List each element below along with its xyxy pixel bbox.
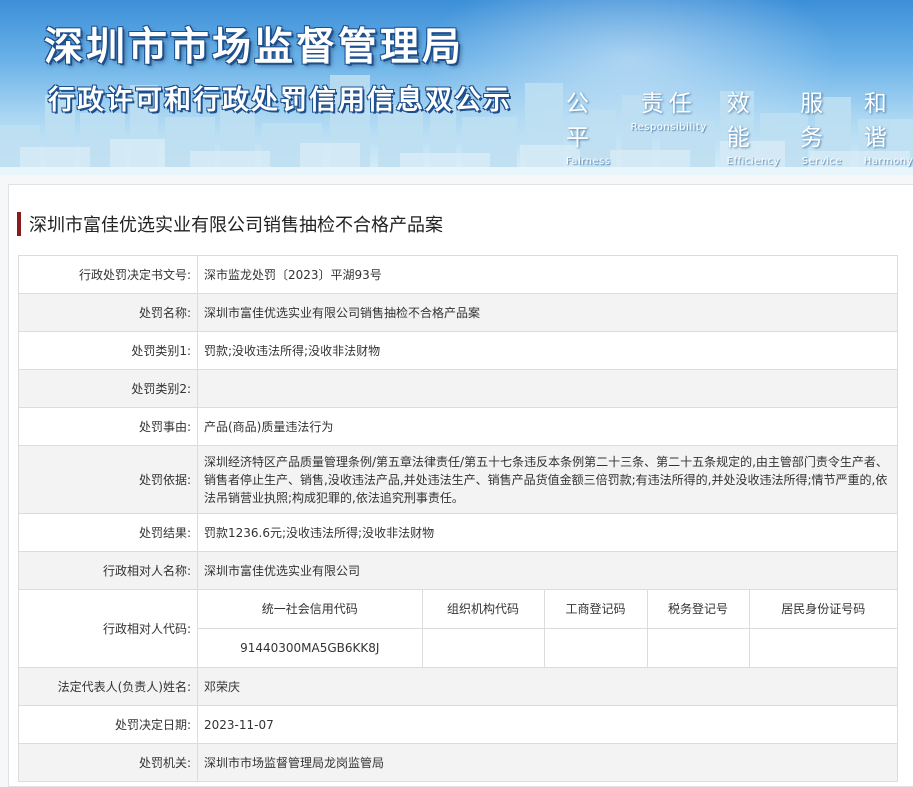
table-row: 行政相对人代码: 统一社会信用代码 组织机构代码 工商登记码 税务登记号 居民身… (18, 589, 898, 668)
header-banner: 深圳市市场监督管理局 行政许可和行政处罚信用信息双公示 公平 Fairness … (0, 0, 913, 175)
credit-code-value: 91440300MA5GB6KK8J (198, 628, 423, 667)
table-row: 法定代表人(负责人)姓名: 邓荣庆 (18, 667, 898, 706)
penalty-name-label: 处罚名称: (18, 293, 198, 332)
authority-value: 深圳市市场监督管理局龙岗监管局 (197, 743, 898, 782)
case-title-row: 深圳市富佳优选实业有限公司销售抽检不合格产品案 (17, 211, 443, 237)
decision-no-label: 行政处罚决定书文号: (18, 255, 198, 294)
case-info-table: 行政处罚决定书文号: 深市监龙处罚〔2023〕平湖93号 处罚名称: 深圳市富佳… (18, 255, 898, 782)
motto-item: 责任 Responsibility (631, 84, 707, 167)
motto-item: 服务 Service (800, 84, 844, 167)
legal-rep-value: 邓荣庆 (197, 667, 898, 706)
motto-item: 公平 Fairness (566, 84, 611, 167)
motto-cn: 服务 (800, 91, 829, 151)
case-title: 深圳市富佳优选实业有限公司销售抽检不合格产品案 (29, 215, 443, 236)
motto-en: Harmony (863, 156, 913, 167)
table-row: 处罚类别2: (18, 369, 898, 408)
table-row: 处罚类别1: 罚款;没收违法所得;没收非法财物 (18, 331, 898, 370)
table-row: 行政相对人名称: 深圳市富佳优选实业有限公司 (18, 551, 898, 590)
motto-cn: 公平 (566, 91, 594, 151)
table-row: 处罚结果: 罚款1236.6元;没收违法所得;没收非法财物 (18, 513, 898, 552)
banner-title: 深圳市市场监督管理局 (44, 25, 465, 70)
party-code-label: 行政相对人代码: (18, 589, 198, 668)
motto-cn: 和谐 (863, 91, 892, 151)
table-row: 行政处罚决定书文号: 深市监龙处罚〔2023〕平湖93号 (18, 255, 898, 294)
result-label: 处罚结果: (18, 513, 198, 552)
motto-item: 和谐 Harmony (864, 84, 913, 167)
party-name-value: 深圳市富佳优选实业有限公司 (197, 551, 898, 590)
category1-value: 罚款;没收违法所得;没收非法财物 (197, 331, 898, 370)
business-reg-header: 工商登记码 (543, 590, 648, 629)
decision-no-value: 深市监龙处罚〔2023〕平湖93号 (197, 255, 898, 294)
case-detail-panel: 深圳市富佳优选实业有限公司销售抽检不合格产品案 行政处罚决定书文号: 深市监龙处… (8, 184, 913, 787)
table-row: 处罚事由: 产品(商品)质量违法行为 (18, 407, 898, 446)
category2-value (197, 369, 898, 408)
motto-cn: 效能 (726, 91, 755, 151)
decision-date-label: 处罚决定日期: (18, 705, 198, 744)
basis-value: 深圳经济特区产品质量管理条例/第五章法律责任/第五十七条违反本条例第二十三条、第… (197, 445, 898, 514)
party-code-table: 统一社会信用代码 组织机构代码 工商登记码 税务登记号 居民身份证号码 9144… (198, 590, 897, 667)
table-row: 处罚依据: 深圳经济特区产品质量管理条例/第五章法律责任/第五十七条违反本条例第… (18, 445, 898, 514)
motto-item: 效能 Efficiency (727, 84, 780, 167)
org-code-value (421, 628, 545, 667)
basis-label: 处罚依据: (18, 445, 198, 514)
credit-code-header: 统一社会信用代码 (198, 590, 423, 629)
reason-label: 处罚事由: (18, 407, 198, 446)
decision-date-value: 2023-11-07 (197, 705, 898, 744)
penalty-name-value: 深圳市富佳优选实业有限公司销售抽检不合格产品案 (197, 293, 898, 332)
banner-subtitle: 行政许可和行政处罚信用信息双公示 (48, 85, 512, 116)
result-value: 罚款1236.6元;没收违法所得;没收非法财物 (197, 513, 898, 552)
motto-en: Efficiency (726, 156, 781, 167)
authority-label: 处罚机关: (18, 743, 198, 782)
party-name-label: 行政相对人名称: (18, 551, 198, 590)
table-row: 处罚名称: 深圳市富佳优选实业有限公司销售抽检不合格产品案 (18, 293, 898, 332)
tax-reg-header: 税务登记号 (646, 590, 750, 629)
motto-en: Fairness (566, 156, 611, 167)
table-row: 处罚机关: 深圳市市场监督管理局龙岗监管局 (18, 743, 898, 782)
category2-label: 处罚类别2: (18, 369, 198, 408)
business-reg-value (543, 628, 648, 667)
party-code-cell: 统一社会信用代码 组织机构代码 工商登记码 税务登记号 居民身份证号码 9144… (197, 589, 898, 668)
party-code-value-row: 91440300MA5GB6KK8J (198, 628, 897, 667)
banner-mottos: 公平 Fairness 责任 Responsibility 效能 Efficie… (566, 84, 913, 167)
id-card-value (748, 628, 897, 667)
motto-en: Service (801, 156, 843, 167)
title-accent-bar (17, 212, 21, 236)
motto-cn: 责任 (640, 91, 697, 117)
category1-label: 处罚类别1: (18, 331, 198, 370)
table-row: 处罚决定日期: 2023-11-07 (18, 705, 898, 744)
reason-value: 产品(商品)质量违法行为 (197, 407, 898, 446)
motto-en: Responsibility (630, 122, 707, 133)
party-code-header-row: 统一社会信用代码 组织机构代码 工商登记码 税务登记号 居民身份证号码 (198, 590, 897, 629)
tax-reg-value (646, 628, 750, 667)
org-code-header: 组织机构代码 (421, 590, 545, 629)
legal-rep-label: 法定代表人(负责人)姓名: (18, 667, 198, 706)
id-card-header: 居民身份证号码 (748, 590, 897, 629)
